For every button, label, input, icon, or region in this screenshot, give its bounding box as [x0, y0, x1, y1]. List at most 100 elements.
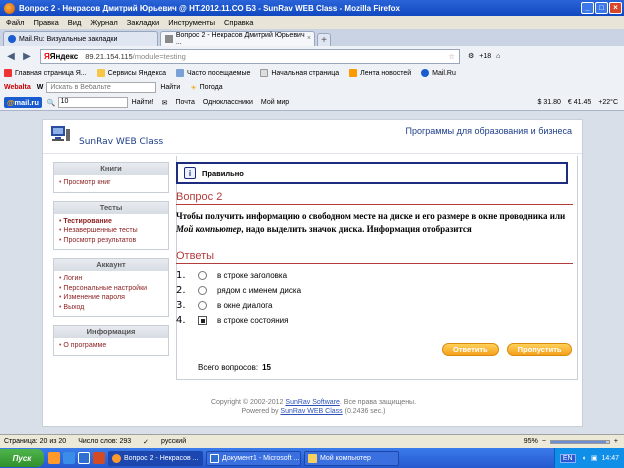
task-firefox[interactable]: Вопрос 2 - Некрасов ...	[108, 450, 203, 466]
answer-option[interactable]: 4. в строке состояния	[176, 313, 573, 328]
answer-text: в строке заголовка	[217, 271, 288, 280]
tab-quiz[interactable]: Вопрос 2 - Некрасов Дмитрий Юрьевич ... …	[160, 31, 315, 46]
new-tab-button[interactable]: +	[317, 33, 331, 46]
url-path: /module=testing	[132, 51, 186, 61]
sidebar-link[interactable]: Просмотр книг	[59, 178, 163, 188]
answer-number: 4.	[176, 315, 186, 326]
back-arrow-icon[interactable]: ◀	[4, 49, 18, 63]
odnoklassniki-link[interactable]: Одноклассники	[203, 99, 253, 106]
sidebar-box-title: Информация	[54, 326, 168, 338]
bookmarks-bar: Главная страница Я... Сервисы Яндекса Ча…	[0, 66, 624, 80]
forward-arrow-icon[interactable]: ▶	[20, 49, 34, 63]
answer-radio[interactable]	[198, 271, 207, 280]
maximize-button[interactable]: □	[595, 2, 608, 14]
quicklaunch-app-icon[interactable]	[93, 452, 105, 464]
myworld-link[interactable]: Мой мир	[261, 99, 289, 106]
sidebar-list: ТестированиеНезавершенные тестыПросмотр …	[54, 214, 168, 250]
bookmark-star-icon[interactable]: ☆	[448, 52, 455, 61]
menu-bookmarks[interactable]: Закладки	[127, 18, 159, 27]
bookmark-start-page[interactable]: Начальная страница	[260, 69, 339, 77]
quicklaunch-firefox-icon[interactable]	[48, 452, 60, 464]
firefox-icon	[4, 2, 15, 14]
task-word[interactable]: Документ1 - Microsoft ...	[206, 450, 301, 466]
question-text: Чтобы получить информацию о свободном ме…	[176, 211, 566, 234]
eur-rate: € 41.45	[567, 99, 592, 106]
mail-link[interactable]: Почта	[175, 99, 194, 106]
answer-radio[interactable]	[198, 286, 207, 295]
tray-network-icon[interactable]: ▣	[591, 454, 598, 462]
sidebar-list: О программе	[54, 338, 168, 355]
minimize-button[interactable]: _	[581, 2, 594, 14]
sidebar-list: ЛогинПерсональные настройкиИзменение пар…	[54, 271, 168, 316]
sidebar-link[interactable]: Изменение пароля	[59, 293, 163, 303]
menu-edit[interactable]: Правка	[33, 18, 58, 27]
sidebar-box-title: Аккаунт	[54, 259, 168, 271]
webalta-logo: Webalta	[4, 84, 31, 91]
start-button[interactable]: Пуск	[0, 449, 44, 467]
zoom-in-icon[interactable]: +	[614, 438, 618, 445]
answer-button[interactable]: Ответить	[442, 343, 499, 356]
answer-text: в строке состояния	[217, 316, 289, 325]
tab-close-icon[interactable]: ×	[307, 35, 311, 42]
nav-extras: ⚙ +18 ⌂	[468, 52, 500, 61]
answer-option[interactable]: 2. рядом с именем диска	[176, 283, 573, 298]
webalta-find-button[interactable]: Найти	[160, 84, 180, 91]
keyboard-language[interactable]: EN	[559, 453, 576, 463]
tray-icon[interactable]: ◐	[583, 455, 587, 462]
answer-text: в окне диалога	[217, 301, 273, 310]
answers-list: 1. в строке заголовка 2. рядом с именем дис…	[176, 268, 573, 328]
bookmark-news[interactable]: Лента новостей	[349, 69, 411, 77]
sidebar-link[interactable]: Тестирование	[59, 217, 163, 227]
menu-tools[interactable]: Инструменты	[168, 18, 215, 27]
system-tray: EN ◐ ▣ 14:47	[553, 448, 624, 468]
close-button[interactable]: ×	[609, 2, 622, 14]
mailru-search-input[interactable]: 10	[57, 97, 128, 108]
sidebar-box: Книги Просмотр книг	[53, 162, 169, 193]
bookmark-mailru[interactable]: Mail.Ru	[421, 69, 456, 77]
menu-bar: Файл Правка Вид Журнал Закладки Инструме…	[0, 16, 624, 29]
answer-checked-box[interactable]	[198, 316, 207, 325]
webalta-search-input[interactable]	[46, 82, 157, 93]
quiz-buttons: Ответить Пропустить	[442, 343, 573, 356]
menu-history[interactable]: Журнал	[90, 18, 117, 27]
sidebar-link[interactable]: Логин	[59, 274, 163, 284]
navigation-bar: ◀ ▶ ЯЯндекс 89.21.154.115/module=testing…	[0, 46, 624, 66]
quicklaunch-ie-icon[interactable]	[63, 452, 75, 464]
tab-label: Mail.Ru: Визуальные закладки	[19, 35, 118, 43]
weather-link[interactable]: Погода	[200, 84, 223, 91]
menu-file[interactable]: Файл	[6, 18, 24, 27]
computer-logo-icon	[51, 126, 70, 141]
bookmark-frequent[interactable]: Часто посещаемые	[175, 69, 250, 77]
zoom-out-icon[interactable]: −	[542, 438, 546, 445]
sidebar-link[interactable]: Выход	[59, 303, 163, 313]
bookmark-yandex-home[interactable]: Главная страница Я...	[4, 69, 87, 77]
sunrav-software-link[interactable]: SunRav Software	[285, 399, 339, 406]
answer-option[interactable]: 3. в окне диалога	[176, 298, 573, 313]
settings-gear-icon[interactable]: ⚙	[468, 52, 474, 60]
tab-bar: Mail.Ru: Визуальные закладки Вопрос 2 - …	[0, 29, 624, 46]
temperature: +22°C	[598, 99, 618, 106]
home-icon[interactable]: ⌂	[496, 53, 500, 60]
url-bar[interactable]: ЯЯндекс 89.21.154.115/module=testing ☆	[40, 48, 460, 64]
toolbar-rates: $ 31.80 € 41.45 +22°C	[538, 99, 618, 106]
sidebar-link[interactable]: Незавершенные тесты	[59, 226, 163, 236]
skip-button[interactable]: Пропустить	[506, 343, 573, 356]
tab-mailru[interactable]: Mail.Ru: Визуальные закладки	[3, 31, 158, 46]
sidebar-link[interactable]: Персональные настройки	[59, 284, 163, 294]
bookmark-yandex-services[interactable]: Сервисы Яндекса	[96, 69, 166, 77]
sidebar-link[interactable]: О программе	[59, 341, 163, 351]
menu-help[interactable]: Справка	[224, 18, 253, 27]
info-icon: i	[184, 167, 196, 179]
quicklaunch-word-icon[interactable]	[78, 452, 90, 464]
menu-view[interactable]: Вид	[68, 18, 82, 27]
zoom-slider[interactable]	[549, 439, 610, 444]
usd-rate: $ 31.80	[537, 99, 561, 106]
tab-label: Вопрос 2 - Некрасов Дмитрий Юрьевич ...	[175, 32, 305, 46]
task-my-computer[interactable]: Мой компьютер	[304, 450, 399, 466]
answer-option[interactable]: 1. в строке заголовка	[176, 268, 573, 283]
mailru-find-button[interactable]: Найти!	[132, 99, 154, 106]
yandex-logo: ЯЯндекс	[44, 51, 79, 61]
answer-radio[interactable]	[198, 301, 207, 310]
sunrav-webclass-link[interactable]: SunRav WEB Class	[280, 408, 342, 415]
sidebar-link[interactable]: Просмотр результатов	[59, 236, 163, 246]
